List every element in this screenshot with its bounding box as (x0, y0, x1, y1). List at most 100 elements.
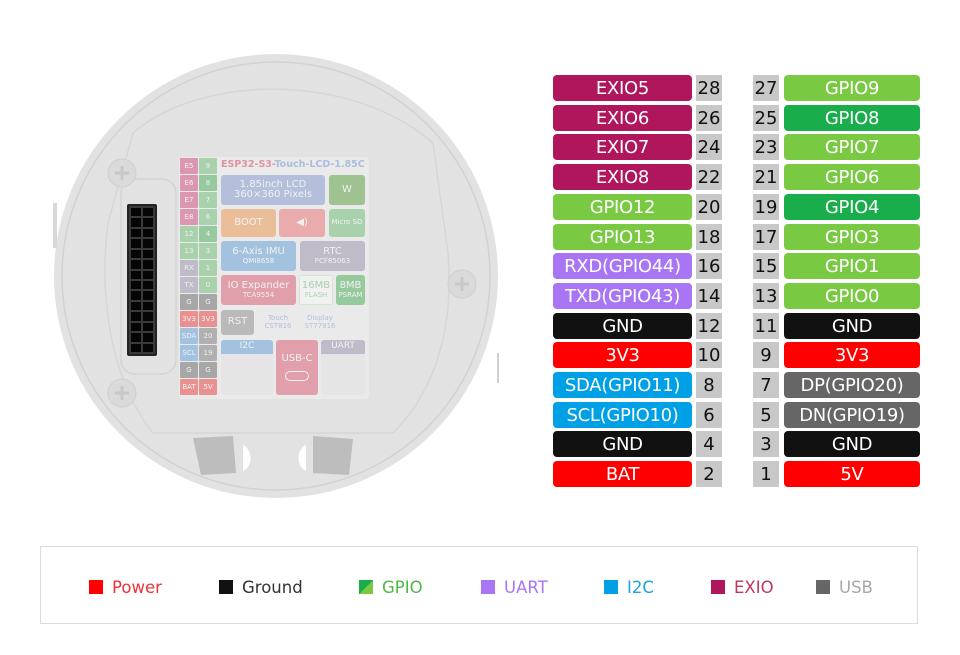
header-pin-hole (131, 239, 141, 248)
header-pin-hole (143, 322, 153, 332)
flash-block: 16MB FLASH (299, 275, 333, 305)
pin-number: 2 (696, 461, 722, 487)
silk-pin-label: E8 (180, 209, 198, 225)
pin-number: 1 (753, 461, 779, 487)
screw-icon (107, 158, 137, 188)
pin-label-17: GPIO3 (784, 224, 920, 250)
pin-label-1: 5V (784, 461, 920, 487)
pin-number: 25 (753, 105, 779, 131)
pin-number: 15 (753, 253, 779, 279)
pin-label-8: SDA(GPIO11) (553, 372, 692, 398)
header-pin-hole (131, 270, 141, 279)
pin-label-18: GPIO13 (553, 224, 692, 250)
pin-number: 23 (753, 134, 779, 160)
pin-header-connector (127, 204, 157, 356)
usbc-block: USB-C (276, 340, 318, 395)
pin-label-5: DN(GPIO19) (784, 402, 920, 428)
header-pin-hole (131, 281, 141, 290)
header-pin-hole (143, 281, 153, 290)
pin-label-24: EXIO7 (553, 134, 692, 160)
pin-label-20: GPIO12 (553, 194, 692, 220)
pin-number: 4 (696, 431, 722, 457)
pin-number: 6 (696, 402, 722, 428)
pin-label-19: GPIO4 (784, 194, 920, 220)
silk-pin-label: G (180, 294, 198, 310)
silk-pin-label: G (199, 362, 217, 378)
legend-swatch (481, 580, 495, 594)
silk-pin-label: 0 (199, 277, 217, 293)
pin-label-22: EXIO8 (553, 164, 692, 190)
pin-number: 18 (696, 224, 722, 250)
silk-pin-label: BAT (180, 379, 198, 395)
silk-pin-label: 20 (199, 328, 217, 344)
header-pin-hole (143, 333, 153, 342)
screw-icon (447, 269, 477, 299)
legend-swatch (604, 580, 618, 594)
rst-block: RST (221, 310, 254, 335)
pin-number: 8 (696, 372, 722, 398)
header-pin-hole (143, 312, 153, 321)
silk-pin-label: 6 (199, 209, 217, 225)
pin-label-3: GND (784, 431, 920, 457)
pin-label-12: GND (553, 313, 692, 339)
header-pin-hole (131, 228, 141, 238)
pin-number: 17 (753, 224, 779, 250)
pin-label-15: GPIO1 (784, 253, 920, 279)
silk-pin-label: 19 (199, 345, 217, 361)
speaker-icon: ◀) (279, 209, 325, 237)
header-pin-hole (143, 208, 153, 217)
silk-pin-label: G (199, 294, 217, 310)
legend-swatch (816, 580, 830, 594)
legend-item-i2c: I2C (604, 578, 654, 597)
pin-number: 26 (696, 105, 722, 131)
legend-label: GPIO (382, 577, 423, 597)
legend-item-gpio: GPIO (359, 577, 423, 597)
pin-number: 10 (696, 342, 722, 368)
pin-number: 20 (696, 194, 722, 220)
pin-label-11: GND (784, 313, 920, 339)
io-expander-block: IO Expander TCA9554 (221, 275, 296, 305)
header-pin-hole (131, 260, 141, 269)
header-pin-hole (143, 270, 153, 279)
header-pin-hole (143, 228, 153, 238)
silk-pin-label: 4 (199, 226, 217, 242)
pin-label-26: EXIO6 (553, 105, 692, 131)
lcd-block: 1.85inch LCD 360×360 Pixels (221, 175, 325, 205)
pin-label-6: SCL(GPIO10) (553, 402, 692, 428)
header-pin-hole (143, 260, 153, 269)
pin-number: 19 (753, 194, 779, 220)
header-pin-hole (143, 291, 153, 300)
header-pin-hole (131, 249, 141, 259)
pin-label-25: GPIO8 (784, 105, 920, 131)
pin-number: 27 (753, 75, 779, 101)
pin-label-27: GPIO9 (784, 75, 920, 101)
pin-number: 21 (753, 164, 779, 190)
header-pin-hole (131, 333, 141, 342)
silk-pin-label: E6 (180, 175, 198, 191)
legend-item-usb: USB (816, 578, 873, 597)
legend-label: UART (504, 577, 548, 597)
silk-pin-label: E7 (180, 192, 198, 208)
legend-swatch (711, 580, 725, 594)
display-label: Display ST77916 (304, 314, 336, 330)
pin-label-23: GPIO7 (784, 134, 920, 160)
legend-item-ground: Ground (219, 577, 303, 597)
pin-number: 24 (696, 134, 722, 160)
silk-pin-label: 5V (199, 379, 217, 395)
pin-number: 28 (696, 75, 722, 101)
legend-label: Power (112, 577, 162, 597)
silk-pin-label: SDA (180, 328, 198, 344)
pwr-switch (313, 436, 353, 475)
pin-number: 13 (753, 283, 779, 309)
legend-swatch (89, 580, 103, 594)
header-pin-hole (143, 301, 153, 311)
silk-pin-label: E5 (180, 158, 198, 174)
legend-item-exio: EXIO (711, 578, 774, 597)
pin-number: 12 (696, 313, 722, 339)
silk-pin-label: G (180, 362, 198, 378)
legend-label: Ground (242, 577, 303, 597)
silk-pin-label: 3V3 (199, 311, 217, 327)
silk-pin-label: 8 (199, 175, 217, 191)
pin-number: 11 (753, 313, 779, 339)
pin-label-16: RXD(GPIO44) (553, 253, 692, 279)
